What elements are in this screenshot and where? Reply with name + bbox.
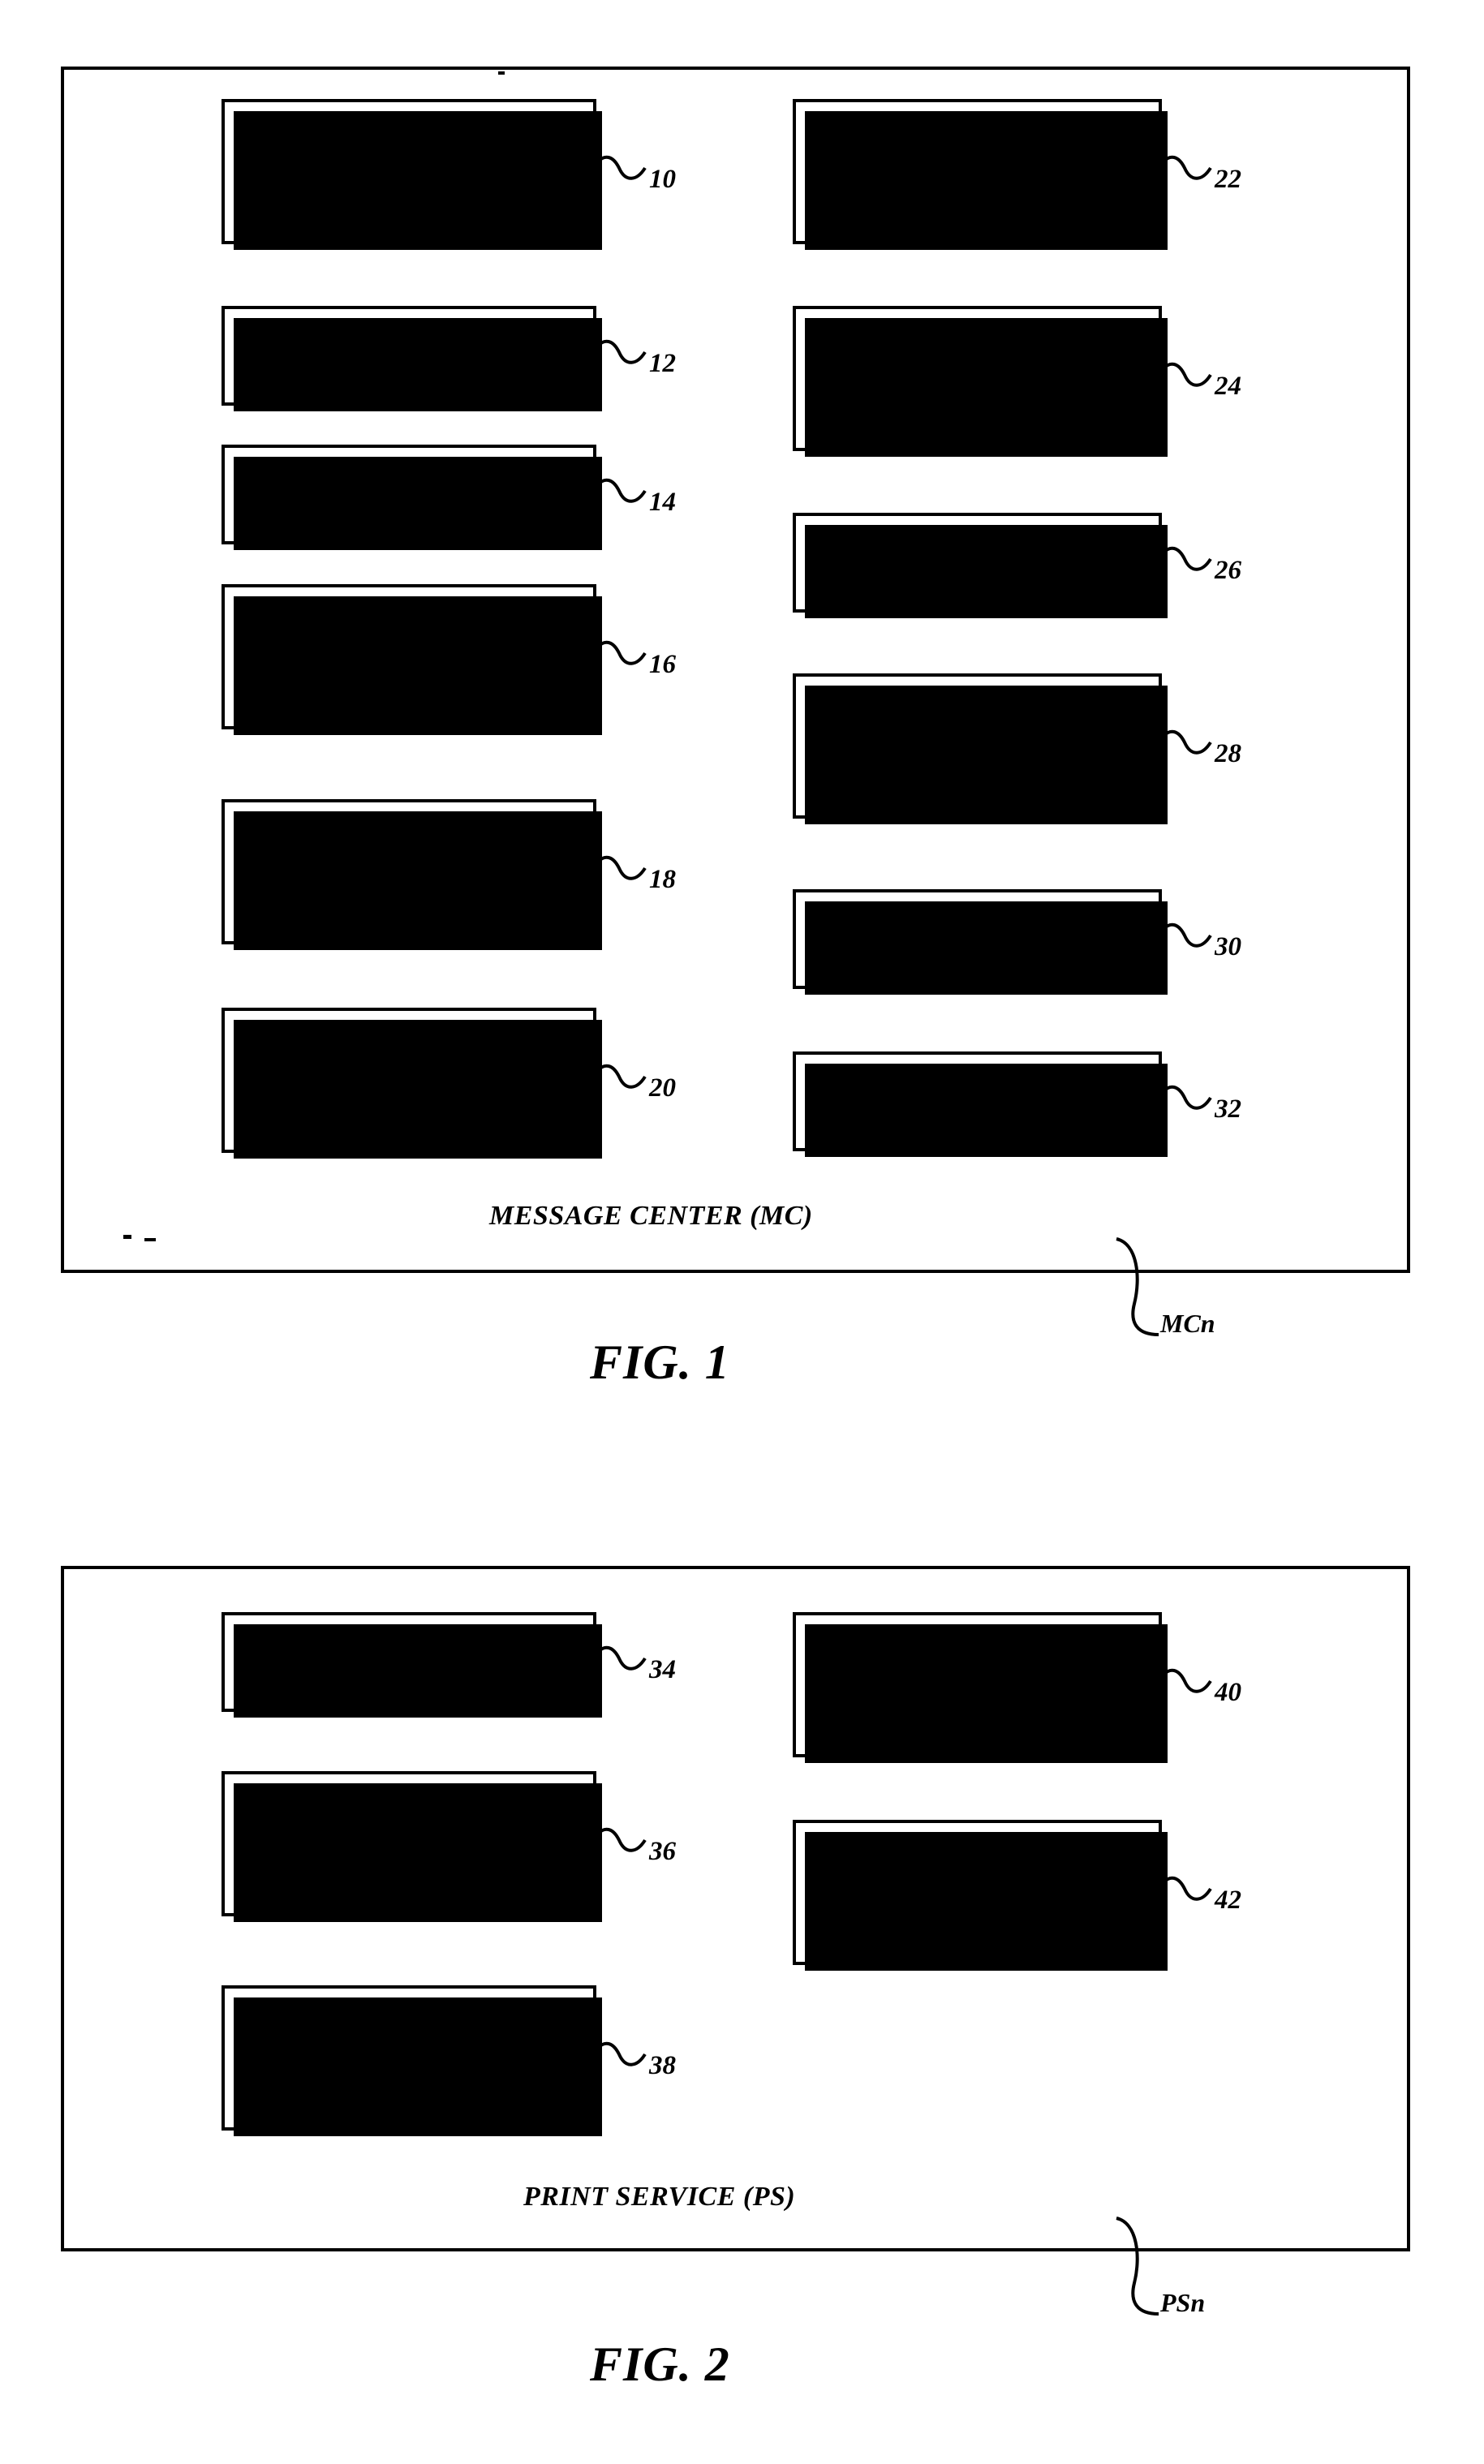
process-box-26-label: PRINT SERVICE MANAGEMENT: [884, 533, 1071, 592]
reference-numeral-10: 10: [649, 165, 676, 194]
process-box-28[interactable]: WIRELESS DATA ACCESS POINT MANAGEMENT: [793, 673, 1168, 824]
process-box-22[interactable]: ROOT LEVEL MESSAGE CENTER INTERACTION: [793, 99, 1168, 250]
reference-numeral-12: 12: [649, 349, 676, 378]
process-box-16[interactable]: JOB OUTPUT SCHEDULING AND QUEUING: [222, 584, 602, 735]
figure-1-container-label: MESSAGE CENTER (MC): [489, 1201, 813, 1231]
reference-numeral-26: 26: [1215, 556, 1241, 585]
process-box-36-label: DEPOSIT OUTPUT IMAGE TO A REPOSITORY: [303, 1799, 515, 1889]
process-box-32[interactable]: USER INTERFACE MANAGEMENT: [793, 1051, 1168, 1157]
figure-2-container-label: PRINT SERVICE (PS): [523, 2182, 796, 2212]
scan-artifact: [123, 1235, 131, 1239]
process-box-28-label: WIRELESS DATA ACCESS POINT MANAGEMENT: [880, 701, 1074, 791]
figure-2-title: FIG. 2: [590, 2337, 730, 2391]
reference-numeral-40: 40: [1215, 1678, 1241, 1707]
process-box-10[interactable]: COMPONENT REGISTRATION & UN-REGISTRATION: [222, 99, 602, 250]
process-box-20[interactable]: PEER MESSAGE CENTER INTERACTION: [222, 1008, 602, 1159]
process-box-42-label: LOCAL OUTPUT DEVICE MANAGEMENT: [884, 1847, 1070, 1937]
scan-artifact: [498, 71, 505, 75]
figure-2-container-tag: PSn: [1160, 2288, 1206, 2317]
reference-numeral-34: 34: [649, 1655, 676, 1684]
process-box-14[interactable]: JOB REQUEST PROCESSING: [222, 445, 602, 550]
process-box-14-label: JOB REQUEST PROCESSING: [325, 465, 493, 524]
reference-numeral-24: 24: [1215, 372, 1241, 401]
process-box-30-label: USER PROFILE MANAGEMENT: [888, 909, 1067, 969]
reference-numeral-20: 20: [649, 1073, 676, 1103]
reference-numeral-14: 14: [649, 488, 676, 517]
process-box-12[interactable]: JOB REQUEST RECEPTION: [222, 306, 602, 411]
process-box-16-label: JOB OUTPUT SCHEDULING AND QUEUING: [299, 612, 519, 702]
process-box-26[interactable]: PRINT SERVICE MANAGEMENT: [793, 513, 1168, 618]
process-box-24-label: REMOTE DESKTOP CLIENT MANAGEMENT: [873, 333, 1082, 424]
process-box-22-label: ROOT LEVEL MESSAGE CENTER INTERACTION: [866, 127, 1089, 217]
process-box-24[interactable]: REMOTE DESKTOP CLIENT MANAGEMENT: [793, 306, 1168, 457]
figure-1-title: FIG. 1: [590, 1335, 730, 1389]
scan-artifact: [144, 1238, 156, 1241]
patent-drawing-sheet: COMPONENT REGISTRATION & UN-REGISTRATION…: [0, 0, 1484, 2464]
reference-numeral-32: 32: [1215, 1094, 1241, 1124]
process-box-30[interactable]: USER PROFILE MANAGEMENT: [793, 889, 1168, 995]
process-box-42[interactable]: LOCAL OUTPUT DEVICE MANAGEMENT: [793, 1820, 1168, 1971]
reference-numeral-38: 38: [649, 2051, 676, 2080]
reference-numeral-42: 42: [1215, 1886, 1241, 1915]
process-box-34[interactable]: RENDER OUTPUT IMAGE: [222, 1612, 602, 1718]
process-box-10-label: COMPONENT REGISTRATION & UN-REGISTRATION: [296, 127, 522, 217]
process-box-38-label: SEND OUTPUT IMAGE TO A LOCAL DEVICE: [319, 2013, 499, 2103]
reference-numeral-22: 22: [1215, 165, 1241, 194]
process-box-20-label: PEER MESSAGE CENTER INTERACTION: [315, 1035, 503, 1125]
figure-1-container-tag: MCn: [1160, 1309, 1215, 1338]
reference-numeral-28: 28: [1215, 739, 1241, 768]
process-box-40[interactable]: SEND JOB STATUS TO THE MESSAGE CENTER: [793, 1612, 1168, 1763]
reference-numeral-18: 18: [649, 865, 676, 894]
process-box-34-label: RENDER OUTPUT IMAGE: [305, 1632, 513, 1692]
reference-numeral-36: 36: [649, 1837, 676, 1866]
process-box-38[interactable]: SEND OUTPUT IMAGE TO A LOCAL DEVICE: [222, 1985, 602, 2136]
process-box-18[interactable]: JOB OUTPUT STATUS MONITORING: [222, 799, 602, 950]
process-box-40-label: SEND JOB STATUS TO THE MESSAGE CENTER: [870, 1640, 1085, 1730]
process-box-36[interactable]: DEPOSIT OUTPUT IMAGE TO A REPOSITORY: [222, 1771, 602, 1922]
process-box-32-label: USER INTERFACE MANAGEMENT: [871, 1072, 1083, 1131]
process-box-18-label: JOB OUTPUT STATUS MONITORING: [328, 827, 490, 917]
reference-numeral-16: 16: [649, 650, 676, 679]
reference-numeral-30: 30: [1215, 932, 1241, 961]
process-box-12-label: JOB REQUEST RECEPTION: [325, 326, 493, 385]
